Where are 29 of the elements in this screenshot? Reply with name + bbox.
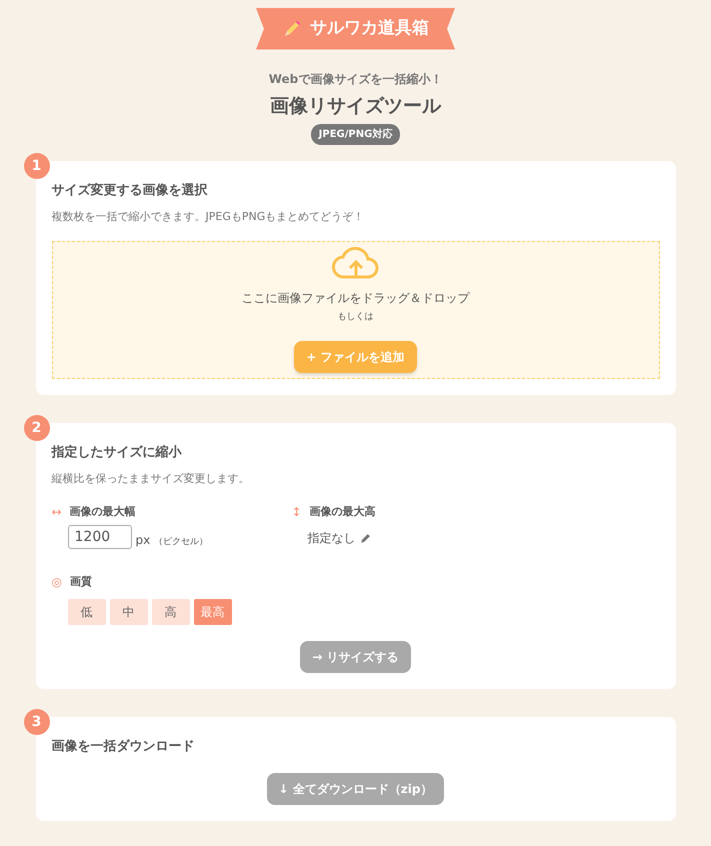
step-description: 複数枚を一括で縮小できます。JPEGもPNGもまとめてどうぞ！ <box>52 208 366 224</box>
target-icon: ◎ <box>52 573 62 591</box>
vertical-arrow-icon: ↕ <box>292 503 302 521</box>
field-label: 画質 <box>70 574 92 590</box>
step-number: 3 <box>24 709 50 735</box>
step-title: 画像を一括ダウンロード <box>52 738 196 756</box>
step-description: 縦横比を保ったままサイズ変更します。 <box>52 470 250 486</box>
step-title: サイズ変更する画像を選択 <box>52 182 208 200</box>
unit-note: （ピクセル） <box>154 536 208 548</box>
format-badge: JPEG/PNG対応 <box>310 124 400 145</box>
unit-text: px <box>136 532 150 549</box>
step-title: 指定したサイズに縮小 <box>52 444 183 462</box>
step-number: 1 <box>24 153 50 179</box>
tagline: Webで画像サイズを一括縮小！ <box>268 70 442 88</box>
field-label: 画像の最大高 <box>310 504 376 520</box>
quality-option[interactable]: 高 <box>152 599 190 625</box>
horizontal-arrow-icon: ↔ <box>52 503 62 521</box>
height-value: 指定なし <box>308 530 356 547</box>
quality-option[interactable]: 中 <box>110 599 148 625</box>
logo-text: サルワカ道具箱 <box>310 17 429 40</box>
drop-instruction: ここに画像ファイルをドラッグ＆ドロップ <box>242 290 470 308</box>
width-input[interactable]: 1200 <box>68 525 132 549</box>
or-text: もしくは <box>338 311 374 324</box>
field-label: 画像の最大幅 <box>70 504 136 520</box>
step-number: 2 <box>24 415 50 441</box>
cloud-upload-icon <box>332 247 380 282</box>
pencil-icon <box>282 18 302 39</box>
quality-option[interactable]: 低 <box>68 599 106 625</box>
page-title: 画像リサイズツール <box>270 94 441 118</box>
